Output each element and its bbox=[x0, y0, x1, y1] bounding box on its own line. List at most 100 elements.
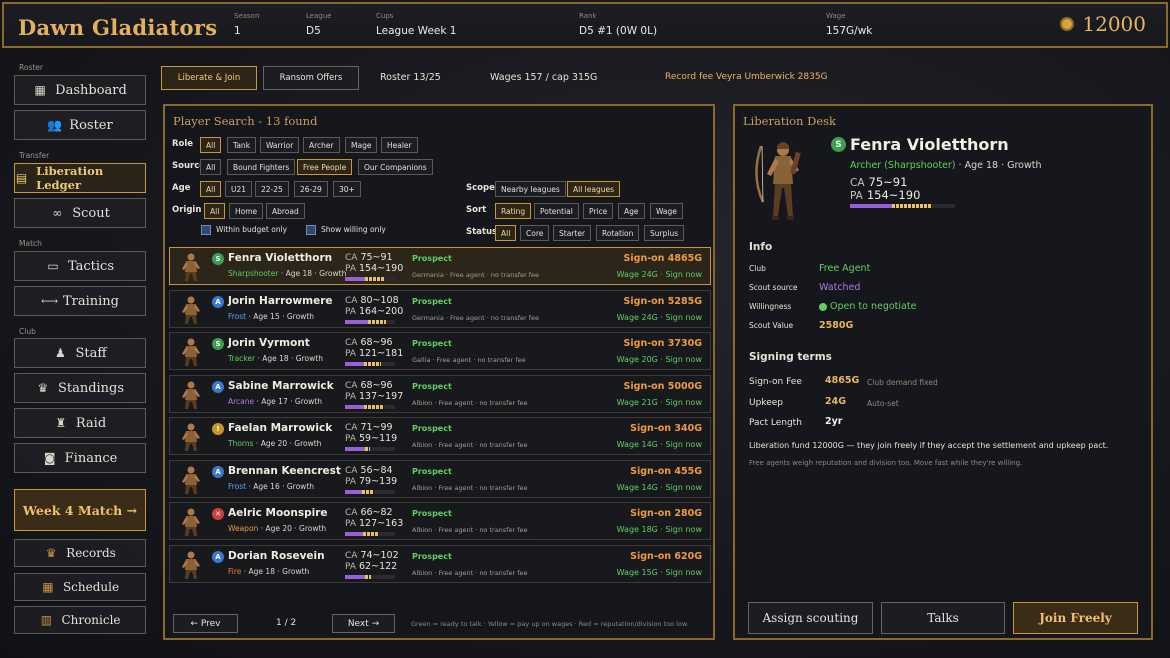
sort-potential[interactable]: Potential bbox=[534, 203, 579, 219]
nav-raid[interactable]: ♜ Raid bbox=[14, 408, 146, 438]
wage-sign-now[interactable]: Wage 24G · Sign now bbox=[617, 313, 702, 322]
origin-all[interactable]: All bbox=[204, 203, 226, 219]
join-freely-button[interactable]: Join Freely bbox=[1013, 602, 1138, 634]
nav-staff[interactable]: ♟ Staff bbox=[14, 338, 146, 368]
role-all[interactable]: All bbox=[200, 137, 222, 153]
source-our-companions[interactable]: Our Companions bbox=[358, 159, 433, 175]
player-portrait bbox=[178, 336, 204, 368]
role-archer[interactable]: Archer bbox=[303, 137, 340, 153]
coins-icon: ◙ bbox=[43, 451, 56, 465]
willingness-label: Willingness bbox=[749, 302, 792, 311]
age-22-25[interactable]: 22-25 bbox=[255, 181, 289, 197]
wage-sign-now[interactable]: Wage 21G · Sign now bbox=[617, 398, 702, 407]
week-match-button[interactable]: Week 4 Match → bbox=[14, 489, 146, 531]
page-indicator: 1 / 2 bbox=[276, 618, 297, 628]
player-note: Gallia · Free agent · no transfer fee bbox=[412, 356, 526, 364]
player-row[interactable]: ✕ Aelric Moonspire Weapon · Age 20 · Growt… bbox=[169, 502, 711, 540]
age-all[interactable]: All bbox=[200, 181, 222, 197]
role-healer[interactable]: Healer bbox=[381, 137, 418, 153]
within-budget-checkbox[interactable] bbox=[201, 225, 211, 235]
status-starter[interactable]: Starter bbox=[553, 225, 592, 241]
wage-sign-now[interactable]: Wage 15G · Sign now bbox=[617, 568, 702, 577]
role-warrior[interactable]: Warrior bbox=[260, 137, 300, 153]
nav-chronicle[interactable]: ▥ Chronicle bbox=[14, 606, 146, 634]
nav-finance[interactable]: ◙ Finance bbox=[14, 443, 146, 473]
age-26-29[interactable]: 26-29 bbox=[294, 181, 328, 197]
wage-sign-now[interactable]: Wage 18G · Sign now bbox=[617, 525, 702, 534]
player-role: Sharpshooter bbox=[228, 269, 279, 278]
next-page-button[interactable]: Next → bbox=[332, 614, 395, 633]
status-all[interactable]: All bbox=[495, 225, 517, 241]
nav-schedule[interactable]: ▦ Schedule bbox=[14, 573, 146, 601]
show-willing-label: Show willing only bbox=[321, 225, 386, 234]
player-row[interactable]: A Brennan Keencrest Frost · Age 16 · Growt… bbox=[169, 459, 711, 498]
status-surplus[interactable]: Surplus bbox=[644, 225, 685, 241]
detail-ca-fill bbox=[850, 204, 892, 208]
sort-wage[interactable]: Wage bbox=[650, 203, 683, 219]
player-search-panel: Player Search - 13 found Role All Tank W… bbox=[163, 104, 715, 640]
nav-liberation-ledger[interactable]: ▤ Liberation Ledger bbox=[14, 163, 146, 193]
prev-page-button[interactable]: ← Prev bbox=[173, 614, 238, 633]
tab-ransom-offers[interactable]: Ransom Offers bbox=[263, 66, 359, 90]
player-role: Tracker bbox=[228, 354, 256, 363]
signing-terms-heading: Signing terms bbox=[749, 351, 832, 363]
sort-label: Sort bbox=[466, 205, 487, 215]
role-mage[interactable]: Mage bbox=[345, 137, 378, 153]
player-pa: PA 121~181 bbox=[345, 348, 404, 359]
player-row[interactable]: A Dorian Rosevein Fire · Age 18 · Growth CA… bbox=[169, 544, 711, 583]
origin-abroad[interactable]: Abroad bbox=[266, 203, 305, 219]
pa-fill bbox=[367, 319, 386, 324]
player-row[interactable]: A Jorin Harrowmere Frost · Age 15 · Growth… bbox=[169, 289, 711, 328]
source-all[interactable]: All bbox=[200, 159, 222, 175]
nav-scout[interactable]: ∞ Scout bbox=[14, 198, 146, 228]
sign-on-fee: Sign-on 620G bbox=[630, 550, 702, 562]
player-row[interactable]: A Sabine Marrowick Arcane · Age 17 · Growt… bbox=[169, 374, 711, 413]
binoculars-icon: ∞ bbox=[52, 206, 63, 220]
status-core[interactable]: Core bbox=[520, 225, 550, 241]
nav-records[interactable]: ♛ Records bbox=[14, 539, 146, 567]
age-u21[interactable]: U21 bbox=[225, 181, 253, 197]
origin-home[interactable]: Home bbox=[229, 203, 264, 219]
nav-training[interactable]: ⟷ Training bbox=[14, 286, 146, 316]
source-free-people[interactable]: Free People bbox=[297, 159, 353, 175]
assign-scouting-button[interactable]: Assign scouting bbox=[748, 602, 873, 634]
role-tank[interactable]: Tank bbox=[227, 137, 257, 153]
age-30-plus[interactable]: 30+ bbox=[333, 181, 361, 197]
player-row[interactable]: ! Faelan Marrowick Thorns · Age 20 · Growt… bbox=[169, 417, 711, 455]
sort-rating[interactable]: Rating bbox=[495, 203, 532, 219]
nav-standings[interactable]: ♛ Standings bbox=[14, 373, 146, 403]
nav-roster[interactable]: 👥 Roster bbox=[14, 110, 146, 140]
grade-badge: A bbox=[212, 465, 224, 478]
wage-sign-now[interactable]: Wage 20G · Sign now bbox=[617, 355, 702, 364]
rating-bar bbox=[345, 404, 395, 409]
sort-age[interactable]: Age bbox=[618, 203, 645, 219]
player-status: Prospect bbox=[412, 339, 452, 348]
wage-sign-now[interactable]: Wage 14G · Sign now bbox=[617, 483, 702, 492]
talks-button[interactable]: Talks bbox=[881, 602, 1005, 634]
tab-liberate-join[interactable]: Liberate & Join bbox=[161, 66, 257, 90]
wage-sign-now[interactable]: Wage 14G · Sign now bbox=[617, 440, 702, 449]
nav-dashboard[interactable]: ▦ Dashboard bbox=[14, 75, 146, 105]
player-role: Fire bbox=[228, 566, 242, 576]
player-status: Prospect bbox=[412, 381, 452, 391]
scope-all-leagues[interactable]: All leagues bbox=[567, 181, 621, 197]
calendar-icon: ▦ bbox=[42, 580, 54, 594]
player-row[interactable]: S Jorin Vyrmont Tracker · Age 18 · Growth C… bbox=[169, 332, 711, 370]
section-label-match: Match bbox=[19, 239, 42, 248]
fund-text: Liberation fund 12000G — they join freel… bbox=[749, 441, 1109, 450]
rating-bar bbox=[345, 277, 395, 281]
player-note: Albion · Free agent · no transfer fee bbox=[412, 441, 528, 449]
scope-nearby[interactable]: Nearby leagues bbox=[495, 181, 566, 197]
player-row[interactable]: S Fenra Violetthorn Sharpshooter · Age 18 … bbox=[169, 247, 711, 285]
detail-pa-fill bbox=[892, 204, 932, 208]
sort-price[interactable]: Price bbox=[583, 203, 614, 219]
status-rotation[interactable]: Rotation bbox=[596, 225, 640, 241]
show-willing-checkbox[interactable] bbox=[306, 225, 316, 235]
sign-on-fee: Sign-on 280G bbox=[630, 508, 702, 519]
source-bound-fighters[interactable]: Bound Fighters bbox=[227, 159, 296, 175]
coin-icon bbox=[1060, 17, 1075, 31]
wage-sign-now[interactable]: Wage 24G · Sign now bbox=[617, 270, 702, 279]
sign-on-fee: Sign-on 5285G bbox=[623, 295, 702, 307]
ca-fill bbox=[345, 532, 363, 536]
nav-tactics[interactable]: ▭ Tactics bbox=[14, 251, 146, 281]
